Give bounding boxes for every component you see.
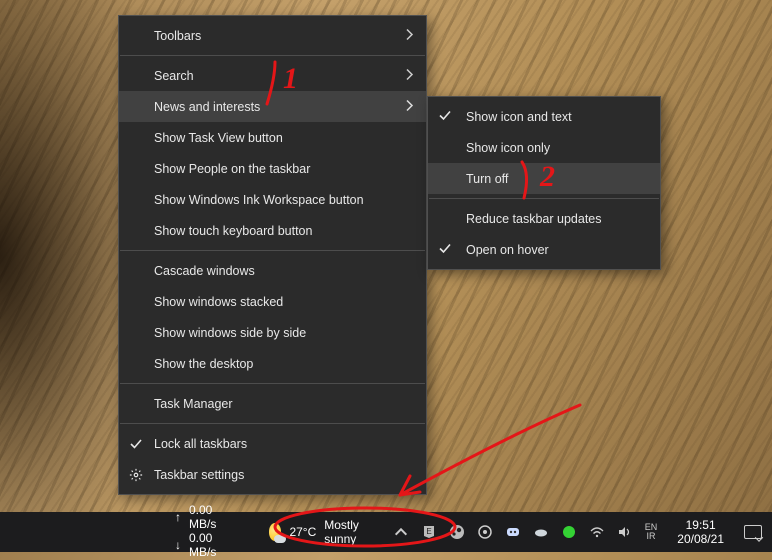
tray-language-indicator[interactable]: ENIR xyxy=(645,524,658,540)
upload-arrow-icon: ↑ xyxy=(175,511,181,525)
submenu-label: Reduce taskbar updates xyxy=(466,212,602,226)
menu-label: Toolbars xyxy=(154,29,201,43)
chevron-right-icon xyxy=(406,99,414,114)
menu-label: News and interests xyxy=(154,100,260,114)
menu-separator xyxy=(120,383,425,384)
menu-label: Task Manager xyxy=(154,397,233,411)
gear-icon xyxy=(129,468,143,482)
submenu-item-turn-off[interactable]: Turn off xyxy=(428,163,660,194)
menu-label: Show the desktop xyxy=(154,357,253,371)
menu-item-show-people[interactable]: Show People on the taskbar xyxy=(119,153,426,184)
svg-text:E: E xyxy=(426,527,431,536)
menu-item-show-desktop[interactable]: Show the desktop xyxy=(119,348,426,379)
menu-label: Show Windows Ink Workspace button xyxy=(154,193,364,207)
weather-temperature: 27°C xyxy=(289,525,316,539)
download-speed: 0.00 MB/s xyxy=(189,532,229,560)
chevron-right-icon xyxy=(406,28,414,43)
weather-sun-icon xyxy=(269,523,281,541)
taskbar-clock[interactable]: 19:51 20/08/21 xyxy=(669,518,732,547)
submenu-item-open-on-hover[interactable]: Open on hover xyxy=(428,234,660,265)
desktop-wallpaper-shadow xyxy=(0,0,130,512)
submenu-label: Show icon only xyxy=(466,141,550,155)
menu-separator xyxy=(120,423,425,424)
menu-label: Lock all taskbars xyxy=(154,437,247,451)
submenu-item-reduce-updates[interactable]: Reduce taskbar updates xyxy=(428,203,660,234)
tray-app-icon[interactable] xyxy=(477,524,493,540)
menu-label: Show People on the taskbar xyxy=(154,162,310,176)
menu-item-touch-keyboard[interactable]: Show touch keyboard button xyxy=(119,215,426,246)
clock-date: 20/08/21 xyxy=(677,532,724,546)
check-icon xyxy=(439,109,451,124)
menu-separator xyxy=(120,55,425,56)
submenu-item-show-icon-only[interactable]: Show icon only xyxy=(428,132,660,163)
submenu-label: Open on hover xyxy=(466,243,549,257)
menu-separator xyxy=(120,250,425,251)
menu-label: Show Task View button xyxy=(154,131,283,145)
taskbar-context-menu: Toolbars Search News and interests Show … xyxy=(118,15,427,495)
tray-discord-icon[interactable] xyxy=(505,524,521,540)
tray-chevron-up-icon[interactable] xyxy=(393,524,409,540)
menu-item-task-view-button[interactable]: Show Task View button xyxy=(119,122,426,153)
tray-onedrive-icon[interactable] xyxy=(533,524,549,540)
menu-item-search[interactable]: Search xyxy=(119,60,426,91)
menu-label: Show windows side by side xyxy=(154,326,306,340)
clock-time: 19:51 xyxy=(677,518,724,532)
menu-item-cascade-windows[interactable]: Cascade windows xyxy=(119,255,426,286)
network-speed-widget[interactable]: ↑ 0.00 MB/s ↓ 0.00 MB/s xyxy=(175,504,229,559)
download-arrow-icon: ↓ xyxy=(175,539,181,553)
menu-item-news-and-interests[interactable]: News and interests xyxy=(119,91,426,122)
menu-item-taskbar-settings[interactable]: Taskbar settings xyxy=(119,459,426,490)
news-and-interests-widget[interactable]: 27°C Mostly sunny xyxy=(259,514,383,550)
submenu-label: Turn off xyxy=(466,172,508,186)
menu-item-ink-workspace[interactable]: Show Windows Ink Workspace button xyxy=(119,184,426,215)
check-icon xyxy=(439,242,451,257)
menu-item-toolbars[interactable]: Toolbars xyxy=(119,20,426,51)
menu-label: Cascade windows xyxy=(154,264,255,278)
upload-speed: 0.00 MB/s xyxy=(189,504,229,532)
check-icon xyxy=(129,438,143,450)
system-tray: E ENIR 19:51 20/08/21 xyxy=(383,518,772,547)
tray-steam-icon[interactable] xyxy=(449,524,465,540)
submenu-label: Show icon and text xyxy=(466,110,572,124)
menu-label: Search xyxy=(154,69,194,83)
menu-separator xyxy=(429,198,659,199)
tray-epic-games-icon[interactable]: E xyxy=(421,524,437,540)
chevron-right-icon xyxy=(406,68,414,83)
taskbar[interactable]: ↑ 0.00 MB/s ↓ 0.00 MB/s 27°C Mostly sunn… xyxy=(0,512,772,552)
menu-label: Show touch keyboard button xyxy=(154,224,312,238)
menu-item-windows-side-by-side[interactable]: Show windows side by side xyxy=(119,317,426,348)
weather-description: Mostly sunny xyxy=(324,518,373,546)
menu-item-lock-taskbars[interactable]: Lock all taskbars xyxy=(119,428,426,459)
menu-item-windows-stacked[interactable]: Show windows stacked xyxy=(119,286,426,317)
tray-razer-icon[interactable] xyxy=(561,524,577,540)
menu-item-task-manager[interactable]: Task Manager xyxy=(119,388,426,419)
menu-label: Show windows stacked xyxy=(154,295,283,309)
menu-label: Taskbar settings xyxy=(154,468,244,482)
tray-wifi-icon[interactable] xyxy=(589,524,605,540)
action-center-icon[interactable] xyxy=(744,525,762,539)
submenu-item-show-icon-text[interactable]: Show icon and text xyxy=(428,101,660,132)
tray-volume-icon[interactable] xyxy=(617,524,633,540)
news-and-interests-submenu: Show icon and text Show icon only Turn o… xyxy=(427,96,661,270)
